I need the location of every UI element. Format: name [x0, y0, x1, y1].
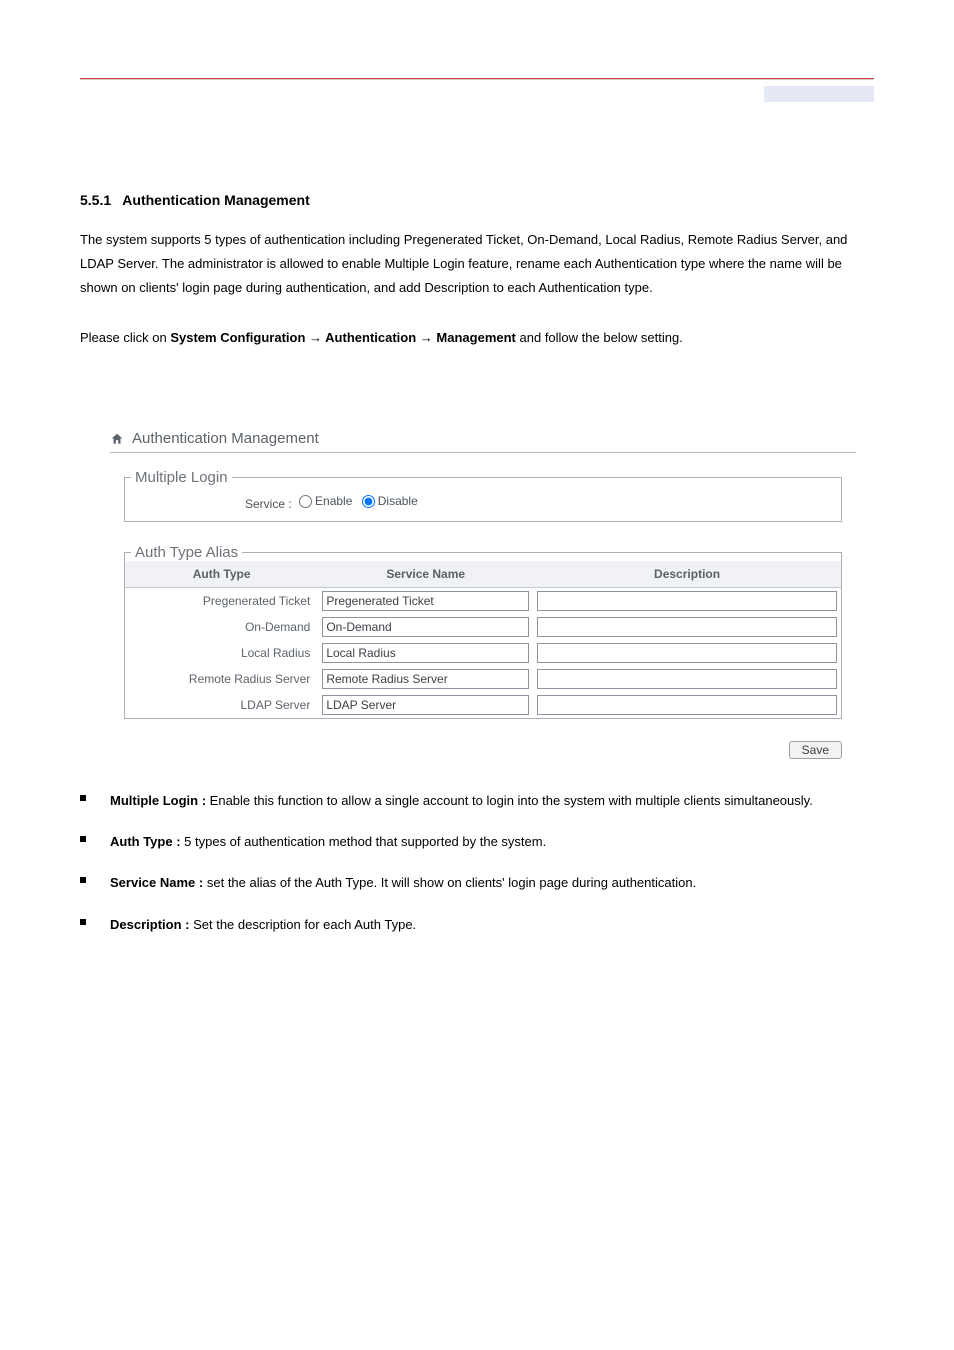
nav-arrow1: →	[309, 330, 325, 345]
bullet-title: Multiple Login :	[110, 793, 206, 808]
alias-table: Auth Type Service Name Description Prege…	[125, 561, 841, 718]
list-item: Service Name : set the alias of the Auth…	[80, 871, 874, 894]
auth-management-panel: Authentication Management Multiple Login…	[110, 430, 856, 759]
auth-type-label: On-Demand	[125, 614, 318, 640]
section-title: Authentication Management	[122, 192, 309, 208]
service-label: Service :	[245, 497, 292, 511]
section-heading: 5.5.1 Authentication Management	[80, 192, 874, 208]
bullet-text: set the alias of the Auth Type. It will …	[207, 875, 696, 890]
table-row: Local Radius	[125, 640, 841, 666]
service-name-input[interactable]	[322, 669, 529, 689]
auth-type-alias-fieldset: Auth Type Alias Auth Type Service Name D…	[124, 544, 842, 719]
alias-header-row: Auth Type Service Name Description	[125, 561, 841, 588]
bullet-square-icon	[80, 877, 86, 883]
auth-type-label: LDAP Server	[125, 692, 318, 718]
multiple-login-fieldset: Multiple Login Service : Enable Disable	[124, 469, 842, 522]
description-input[interactable]	[537, 695, 837, 715]
bullet-square-icon	[80, 836, 86, 842]
description-input[interactable]	[537, 617, 837, 637]
nav-prefix: Please click on	[80, 330, 170, 345]
service-disable-radio[interactable]	[362, 495, 375, 508]
bullet-title: Description :	[110, 917, 189, 932]
top-divider	[80, 78, 874, 80]
nav-part2: Authentication	[325, 330, 416, 345]
table-row: LDAP Server	[125, 692, 841, 718]
description-input[interactable]	[537, 669, 837, 689]
header-product-box	[764, 86, 874, 102]
col-description: Description	[533, 561, 841, 588]
service-enable-text: Enable	[315, 494, 352, 508]
nav-suffix: and follow the below setting.	[520, 330, 683, 345]
service-name-input[interactable]	[322, 617, 529, 637]
nav-instruction: Please click on System Configuration → A…	[80, 330, 874, 345]
bullet-text: Set the description for each Auth Type.	[193, 917, 416, 932]
nav-part1: System Configuration	[170, 330, 305, 345]
bullet-title: Service Name :	[110, 875, 203, 890]
bullet-title: Auth Type :	[110, 834, 181, 849]
save-button[interactable]: Save	[789, 741, 842, 759]
auth-type-label: Local Radius	[125, 640, 318, 666]
service-disable-text: Disable	[378, 494, 418, 508]
list-item: Description : Set the description for ea…	[80, 913, 874, 936]
section-number: 5.5.1	[80, 192, 111, 208]
intro-paragraph: The system supports 5 types of authentic…	[80, 228, 874, 300]
auth-type-label: Pregenerated Ticket	[125, 587, 318, 614]
list-item: Multiple Login : Enable this function to…	[80, 789, 874, 812]
bullet-list: Multiple Login : Enable this function to…	[80, 789, 874, 937]
nav-arrow2: →	[420, 330, 437, 345]
home-icon	[110, 432, 124, 446]
bullet-square-icon	[80, 919, 86, 925]
col-service-name: Service Name	[318, 561, 533, 588]
bullet-square-icon	[80, 795, 86, 801]
multiple-login-legend: Multiple Login	[131, 469, 232, 486]
description-input[interactable]	[537, 643, 837, 663]
service-name-input[interactable]	[322, 591, 529, 611]
multiple-login-row: Service : Enable Disable	[125, 486, 841, 521]
nav-part3: Management	[436, 330, 515, 345]
panel-title-row: Authentication Management	[110, 430, 856, 453]
table-row: Remote Radius Server	[125, 666, 841, 692]
col-auth-type: Auth Type	[125, 561, 318, 588]
table-row: On-Demand	[125, 614, 841, 640]
list-item: Auth Type : 5 types of authentication me…	[80, 830, 874, 853]
service-name-input[interactable]	[322, 643, 529, 663]
auth-type-label: Remote Radius Server	[125, 666, 318, 692]
bullet-text: 5 types of authentication method that su…	[184, 834, 546, 849]
panel-title: Authentication Management	[132, 430, 319, 447]
service-name-input[interactable]	[322, 695, 529, 715]
table-row: Pregenerated Ticket	[125, 587, 841, 614]
description-input[interactable]	[537, 591, 837, 611]
bullet-text: Enable this function to allow a single a…	[210, 793, 813, 808]
service-enable-radio[interactable]	[299, 495, 312, 508]
auth-type-alias-legend: Auth Type Alias	[131, 544, 242, 561]
